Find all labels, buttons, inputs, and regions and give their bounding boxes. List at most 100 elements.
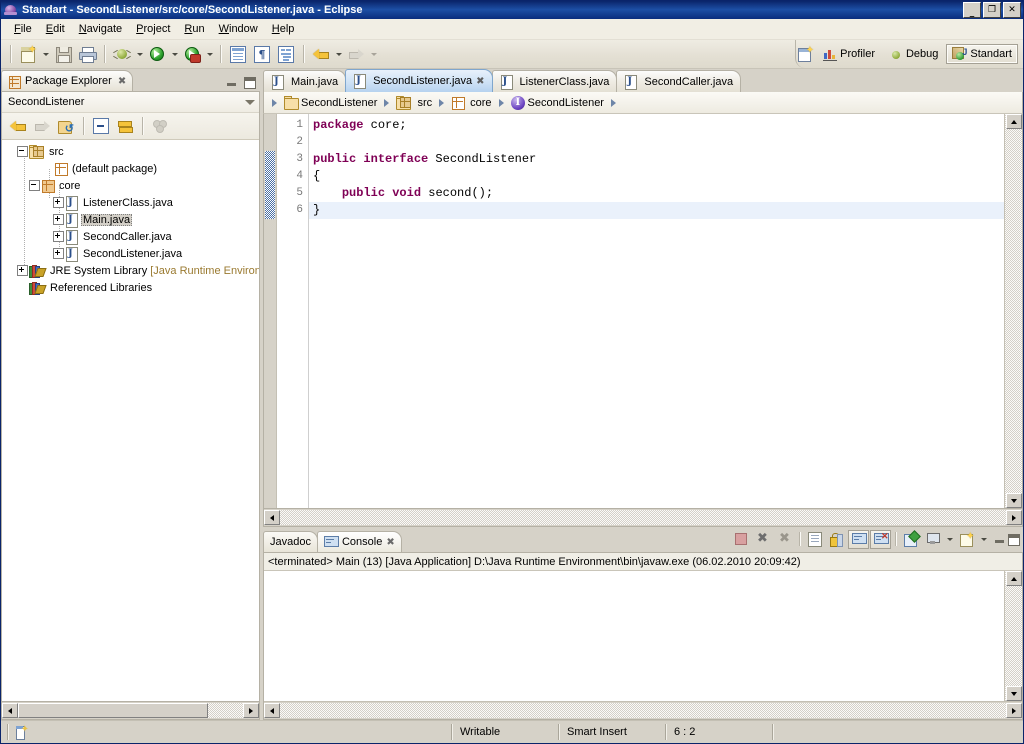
breadcrumb-src[interactable]: src [394,95,434,110]
menu-run[interactable]: Run [177,21,211,37]
open-type-button[interactable] [226,42,250,66]
minimize-view-button[interactable] [226,76,238,88]
scroll-lock-button[interactable] [826,530,847,549]
scroll-up-button[interactable] [1005,114,1022,129]
chevron-right-icon[interactable] [384,98,390,107]
new-wizard-dropdown[interactable] [40,43,51,65]
twisty-expand-icon[interactable] [52,196,65,209]
external-tools-dropdown[interactable] [204,43,215,65]
minimize-console-button[interactable] [994,533,1006,545]
scroll-right-button[interactable] [1006,510,1022,525]
tree-item-default-package[interactable]: (default package) [2,160,259,177]
pin-console-button[interactable] [900,530,921,549]
perspective-standart[interactable]: J Standart [946,44,1018,64]
toggle-mark-occurrences-button[interactable] [274,42,298,66]
menu-window[interactable]: Window [212,21,265,37]
editor-tab-listenerclass[interactable]: J ListenerClass.java [491,70,618,92]
debug-button[interactable] [110,42,134,66]
close-icon[interactable]: ✖ [118,76,126,87]
menu-navigate[interactable]: Navigate [72,21,129,37]
menu-help[interactable]: Help [265,21,302,37]
twisty-expand-icon[interactable] [52,230,65,243]
breadcrumb-package[interactable]: core [449,95,493,110]
scroll-left-button[interactable] [264,703,280,718]
print-button[interactable] [75,42,99,66]
open-task-button[interactable]: ¶ [250,42,274,66]
tree-item-jre-system-library[interactable]: JRE System Library [Java Runtime Environ… [2,262,259,279]
forward-dropdown[interactable] [368,43,379,65]
scroll-track[interactable] [280,703,1006,718]
explorer-collapse-all-button[interactable] [89,114,113,138]
tree-item-src[interactable]: src [2,143,259,160]
open-console-button[interactable]: ✦ [956,530,977,549]
twisty-expand-icon[interactable] [16,264,29,277]
minimize-button[interactable]: _ [963,2,981,18]
back-dropdown[interactable] [333,43,344,65]
tab-console[interactable]: Console ✖ [316,531,402,552]
run-dropdown[interactable] [169,43,180,65]
tree-item-secondcaller[interactable]: J SecondCaller.java [2,228,259,245]
clear-console-button[interactable] [804,530,825,549]
chevron-right-icon[interactable] [272,98,277,107]
editor-tab-secondcaller[interactable]: J SecondCaller.java [616,70,742,92]
editor-vertical-scrollbar[interactable] [1004,114,1022,508]
twisty-collapse-icon[interactable] [16,145,29,158]
scroll-down-button[interactable] [1005,493,1022,508]
explorer-horizontal-scrollbar[interactable] [2,701,259,719]
close-icon[interactable]: ✖ [476,76,484,87]
close-icon[interactable]: ✖ [386,537,394,548]
breadcrumb-type[interactable]: I SecondListener [509,95,606,111]
scroll-right-button[interactable] [1006,703,1022,718]
scroll-left-button[interactable] [2,703,18,718]
tree-item-listenerclass[interactable]: J ListenerClass.java [2,194,259,211]
twisty-collapse-icon[interactable] [28,179,41,192]
tree-item-secondlistener[interactable]: J SecondListener.java [2,245,259,262]
editor-horizontal-scrollbar[interactable] [263,509,1023,527]
tab-package-explorer[interactable]: Package Explorer ✖ [1,70,134,91]
maximize-view-button[interactable] [243,76,256,89]
perspective-debug[interactable]: Debug [883,45,944,64]
scroll-right-button[interactable] [243,703,259,718]
tree-item-main[interactable]: J Main.java [2,211,259,228]
scroll-up-button[interactable] [1005,571,1022,586]
chevron-down-icon[interactable] [245,99,255,105]
explorer-collapse-to-button[interactable]: ↺ [54,114,78,138]
tree-item-core[interactable]: core [2,177,259,194]
tab-javadoc[interactable]: Javadoc [263,531,318,552]
new-wizard-button[interactable]: ✦ [16,42,40,66]
maximize-console-button[interactable] [1007,533,1020,546]
menu-edit[interactable]: Edit [39,21,72,37]
editor-tab-main[interactable]: J Main.java [263,70,347,92]
show-console-on-output-button[interactable] [848,530,869,549]
twisty-expand-icon[interactable] [52,213,65,226]
remove-all-terminated-button[interactable]: ✖ [774,530,795,549]
run-button[interactable] [145,42,169,66]
remove-launch-button[interactable]: ✖ [752,530,773,549]
console-vertical-scrollbar[interactable] [1004,571,1022,701]
show-console-on-error-button[interactable]: ✕ [870,530,891,549]
terminate-button[interactable] [730,530,751,549]
project-tree[interactable]: src (default package) core J ListenerCla… [2,140,259,701]
scroll-down-button[interactable] [1005,686,1022,701]
save-button[interactable] [51,42,75,66]
menu-project[interactable]: Project [129,21,177,37]
debug-dropdown[interactable] [134,43,145,65]
chevron-right-icon[interactable] [439,98,445,107]
explorer-menu-button[interactable] [148,114,172,138]
forward-button[interactable] [344,42,368,66]
code-editor[interactable]: package core; public interface SecondList… [309,114,1004,508]
annotation-ruler[interactable] [264,114,277,508]
display-selected-console-button[interactable] [922,530,943,549]
menu-file[interactable]: File [7,21,39,37]
perspective-profiler[interactable]: Profiler [817,45,881,64]
twisty-expand-icon[interactable] [52,247,65,260]
display-console-dropdown[interactable] [944,530,955,550]
explorer-forward-button[interactable] [30,114,54,138]
external-tools-button[interactable] [180,42,204,66]
tree-item-referenced-libraries[interactable]: Referenced Libraries [2,279,259,296]
close-button[interactable]: ✕ [1003,2,1021,18]
open-perspective-button[interactable]: ✦ [796,45,814,63]
console-output-text[interactable] [264,571,1004,701]
editor-tab-secondlistener[interactable]: J SecondListener.java ✖ [345,69,493,92]
breadcrumb-project[interactable]: SecondListener [282,95,379,110]
